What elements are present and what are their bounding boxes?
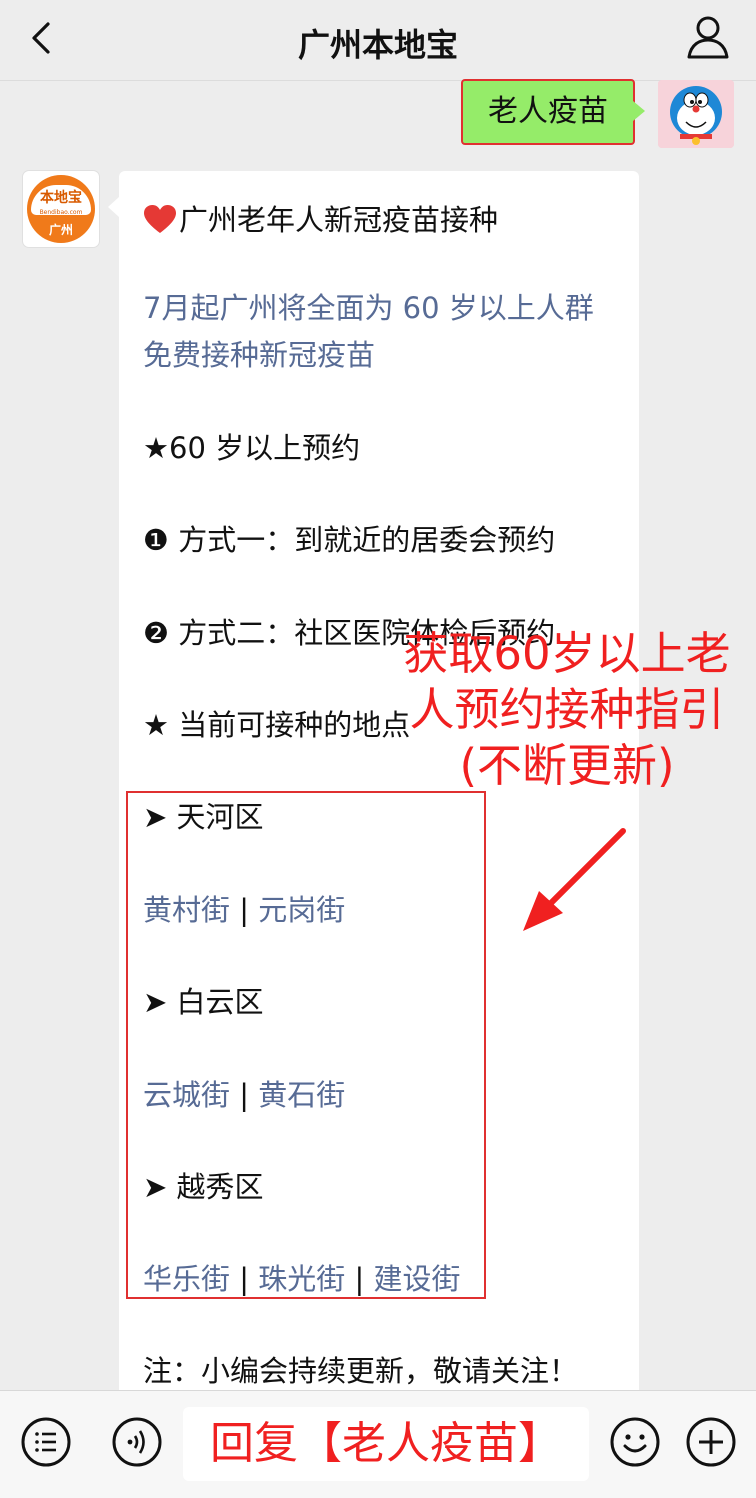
district-name: 白云区: [176, 985, 264, 1019]
street-link[interactable]: 黄石街: [258, 1078, 345, 1112]
red-arrow-icon: [523, 828, 626, 931]
outgoing-message-text: 老人疫苗: [488, 94, 608, 129]
message-input[interactable]: 回复【老人疫苗】: [183, 1407, 589, 1481]
street-link[interactable]: 珠光街: [258, 1262, 345, 1296]
section-title-locations: ★ 当前可接种的地点: [143, 708, 411, 742]
user-avatar[interactable]: [658, 80, 734, 148]
menu-list-icon[interactable]: [20, 1416, 72, 1468]
message-heading: 广州老年人新冠疫苗接种: [143, 197, 498, 239]
separator: |: [230, 893, 259, 927]
top-bar: 广州本地宝: [0, 0, 756, 81]
street-links: 华乐街 | 珠光街 | 建设街: [143, 1256, 460, 1298]
street-link[interactable]: 华乐街: [143, 1262, 230, 1296]
annotation-line: 获取60岁以上老: [403, 627, 731, 680]
annotation-line: (不断更新): [459, 739, 675, 792]
article-link-line1[interactable]: 7月起广州将全面为 60 岁以上人群: [143, 285, 594, 327]
street-links: 云城街 | 黄石街: [143, 1072, 345, 1114]
street-link[interactable]: 元岗街: [258, 893, 345, 927]
district-name: 越秀区: [176, 1170, 264, 1204]
arrowhead-icon: ➤: [143, 985, 168, 1019]
street-link[interactable]: 云城街: [143, 1078, 230, 1112]
logo-subtext: Bendibao.com: [39, 209, 83, 216]
arrowhead-icon: ➤: [143, 800, 168, 834]
voice-icon[interactable]: [111, 1416, 163, 1468]
district-name: 天河区: [176, 800, 264, 834]
street-link[interactable]: 建设街: [373, 1262, 460, 1296]
annotation-line: 人预约接种指引: [409, 683, 725, 736]
method-two-number: ❷: [143, 616, 169, 650]
section-title-booking: ★60 岁以上预约: [143, 431, 361, 465]
separator: |: [345, 1262, 374, 1296]
district-heading: ➤ 天河区: [143, 794, 264, 836]
article-link-line2[interactable]: 免费接种新冠疫苗: [143, 332, 375, 374]
emoji-icon[interactable]: [609, 1416, 661, 1468]
logo-city: 广州: [48, 223, 73, 237]
method-one-number: ❶: [143, 523, 169, 557]
annotation-text: 获取60岁以上老 人预约接种指引 (不断更新): [392, 626, 742, 794]
heart-icon: [144, 205, 176, 233]
separator: |: [230, 1078, 259, 1112]
doraemon-avatar-icon: [658, 80, 734, 148]
heading-text: 广州老年人新冠疫苗接种: [179, 203, 499, 237]
district-heading: ➤ 越秀区: [143, 1164, 264, 1206]
arrowhead-icon: ➤: [143, 1170, 168, 1204]
outgoing-message-bubble[interactable]: 老人疫苗: [461, 79, 645, 145]
user-profile-icon[interactable]: [686, 14, 730, 60]
separator: |: [230, 1262, 259, 1296]
method-one: ❶ 方式一：到就近的居委会预约: [143, 517, 555, 559]
street-links: 黄村街 | 元岗街: [143, 887, 345, 929]
district-heading: ➤ 白云区: [143, 979, 264, 1021]
street-link[interactable]: 黄村街: [143, 893, 230, 927]
method-one-text: 方式一：到就近的居委会预约: [178, 523, 556, 557]
footnote: 注：小编会持续更新，敬请关注！: [143, 1354, 579, 1388]
official-account-avatar[interactable]: 本地宝 Bendibao.com 广州: [23, 171, 99, 247]
bottom-input-bar: 回复【老人疫苗】: [0, 1390, 756, 1498]
plus-icon[interactable]: [685, 1416, 737, 1468]
page-title: 广州本地宝: [297, 26, 458, 64]
